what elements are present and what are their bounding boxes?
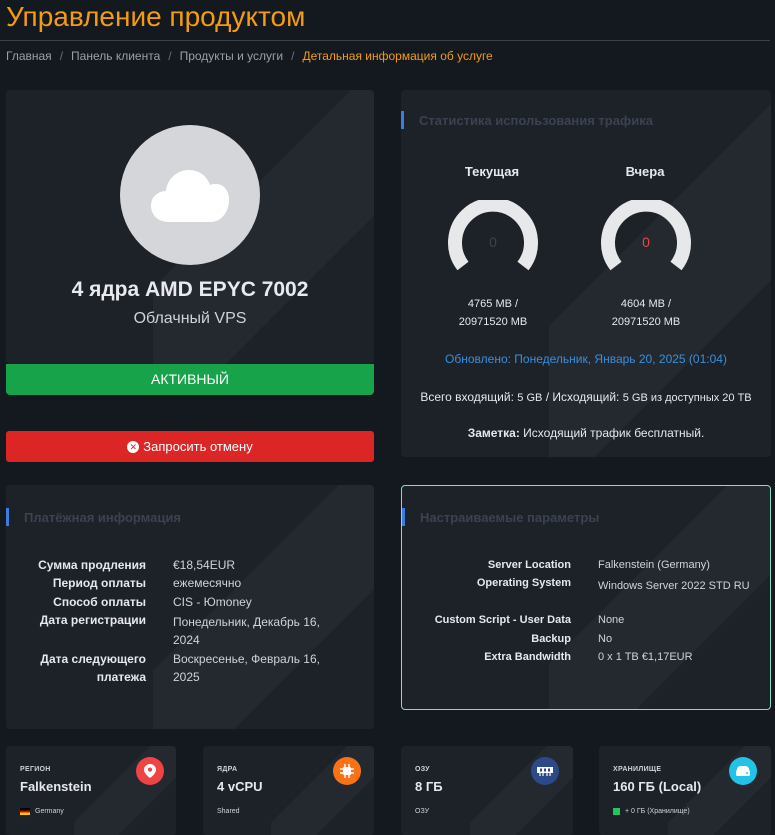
gauge-yesterday-usage: 4604 MB / 20971520 MB [586, 295, 706, 331]
config-key: Extra Bandwidth [484, 651, 571, 663]
storage-status-icon [613, 808, 620, 815]
tile-sub-text: Shared [217, 808, 240, 815]
tile-sub-text: + 0 ГБ (Хранилище) [625, 808, 690, 815]
tile-label: ОЗУ [415, 766, 430, 773]
request-cancellation-button[interactable]: ✕ Запросить отмену [6, 431, 374, 462]
tile-sub-text: ОЗУ [415, 808, 430, 815]
product-group: Облачный VPS [133, 310, 247, 327]
traffic-updated: Обновлено: Понедельник, Январь 20, 2025 … [445, 352, 727, 366]
storage-icon [729, 757, 757, 785]
config-key: Custom Script - User Data [434, 614, 571, 626]
ram-tile: ОЗУ 8 ГБ ОЗУ [401, 746, 573, 835]
config-value: 0 x 1 TB €1,17EUR [598, 651, 693, 663]
storage-tile: ХРАНИЛИЩЕ 160 ГБ (Local) + 0 ГБ (Хранили… [599, 746, 771, 835]
breadcrumb-home[interactable]: Главная [6, 49, 52, 63]
note-text: Исходящий трафик бесплатный. [523, 426, 705, 440]
page-title: Управление продуктом [6, 1, 306, 32]
status-badge: АКТИВНЫЙ [6, 364, 374, 395]
title-divider [0, 40, 770, 41]
tile-value: 4 vCPU [217, 779, 263, 794]
close-circle-icon: ✕ [127, 440, 140, 453]
traffic-totals: Всего входящий: 5 GB / Исходящий: 5 GB и… [411, 388, 761, 407]
product-name: 4 ядра AMD EPYC 7002 [71, 278, 309, 301]
total-out-label: / Исходящий: [545, 390, 620, 404]
map-pin-icon [136, 757, 164, 785]
tile-sub: Shared [217, 808, 240, 815]
tile-value: 160 ГБ (Local) [613, 779, 702, 794]
gauge-current-usage: 4765 MB / 20971520 MB [433, 295, 553, 331]
traffic-note: Заметка: Исходящий трафик бесплатный. [401, 426, 771, 440]
region-tile: РЕГИОН Falkenstein Germany [6, 746, 176, 835]
tile-label: ХРАНИЛИЩЕ [613, 766, 662, 773]
yesterday-total: 20971520 MB [611, 316, 681, 328]
cpu-icon [333, 757, 361, 785]
billing-key: Сумма продления [38, 558, 146, 572]
config-heading: Настраиваемые параметры [402, 508, 599, 526]
breadcrumb-separator: / [59, 49, 64, 63]
config-options-card: Настраиваемые параметры Server Location … [401, 485, 771, 710]
tile-value: 8 ГБ [415, 779, 443, 794]
gauge-yesterday-label: Вчера [625, 164, 665, 179]
germany-flag-icon [20, 808, 30, 815]
breadcrumb-client-area[interactable]: Панель клиента [71, 49, 160, 63]
current-used: 4765 MB / [467, 298, 519, 310]
config-value: Falkenstein (Germany) [598, 559, 710, 571]
cores-tile: ЯДРА 4 vCPU Shared [203, 746, 374, 835]
config-value: None [598, 614, 625, 626]
config-value: Windows Server 2022 STD RU [598, 580, 750, 592]
billing-key: Способ оплаты [53, 595, 146, 609]
breadcrumb-products[interactable]: Продукты и услуги [180, 49, 284, 63]
billing-card: Платёжная информация Сумма продления €18… [6, 485, 374, 729]
yesterday-used: 4604 MB / [620, 298, 672, 310]
config-key: Backup [531, 633, 571, 645]
breadcrumb-separator: / [168, 49, 172, 63]
tile-sub: + 0 ГБ (Хранилище) [613, 808, 690, 815]
product-icon-circle [120, 125, 260, 265]
tile-sub: Germany [20, 808, 64, 815]
billing-value: Понедельник, Декабрь 16, 2024 [173, 615, 320, 647]
tile-sub: ОЗУ [415, 808, 429, 815]
total-in-value: 5 GB [517, 392, 543, 404]
billing-value: ежемесячно [173, 576, 242, 590]
cancel-label: Запросить отмену [143, 439, 253, 454]
breadcrumb: Главная / Панель клиента / Продукты и ус… [6, 49, 493, 63]
total-out-value: 5 GB из доступных 20 TB [622, 392, 752, 404]
ram-icon [531, 757, 559, 785]
traffic-heading: Статистика использования трафика [401, 111, 653, 129]
traffic-card: Статистика использования трафика Текущая… [401, 90, 771, 457]
cloud-icon [151, 170, 229, 222]
billing-value: €18,54EUR [173, 558, 236, 572]
config-key: Server Location [487, 559, 571, 571]
gauge-current: 0 [448, 200, 538, 271]
gauge-current-label: Текущая [464, 164, 520, 179]
total-in-label: Всего входящий: [420, 390, 514, 404]
gauge-current-value: 0 [489, 234, 497, 250]
billing-heading: Платёжная информация [6, 508, 181, 526]
tile-label: РЕГИОН [20, 766, 51, 773]
billing-key: Период оплаты [52, 576, 146, 590]
tile-label: ЯДРА [217, 766, 238, 773]
gauge-yesterday-value: 0 [642, 234, 650, 250]
billing-value: Воскресенье, Февраль 16, 2025 [173, 652, 320, 684]
config-key: Operating System [476, 577, 571, 589]
gauge-yesterday: 0 [601, 200, 691, 271]
tile-sub-text: Germany [35, 808, 64, 815]
breadcrumb-current: Детальная информация об услуге [302, 49, 493, 63]
tile-value: Falkenstein [20, 779, 92, 794]
note-label: Заметка: [467, 426, 520, 440]
config-value: No [598, 633, 613, 645]
billing-value: CIS - Юmoney [173, 595, 252, 609]
product-card: 4 ядра AMD EPYC 7002 Облачный VPS [6, 90, 374, 364]
billing-key: Дата регистрации [39, 613, 146, 627]
breadcrumb-separator: / [291, 49, 295, 63]
current-total: 20971520 MB [458, 316, 528, 328]
billing-key: Дата следующего платежа [40, 652, 146, 684]
